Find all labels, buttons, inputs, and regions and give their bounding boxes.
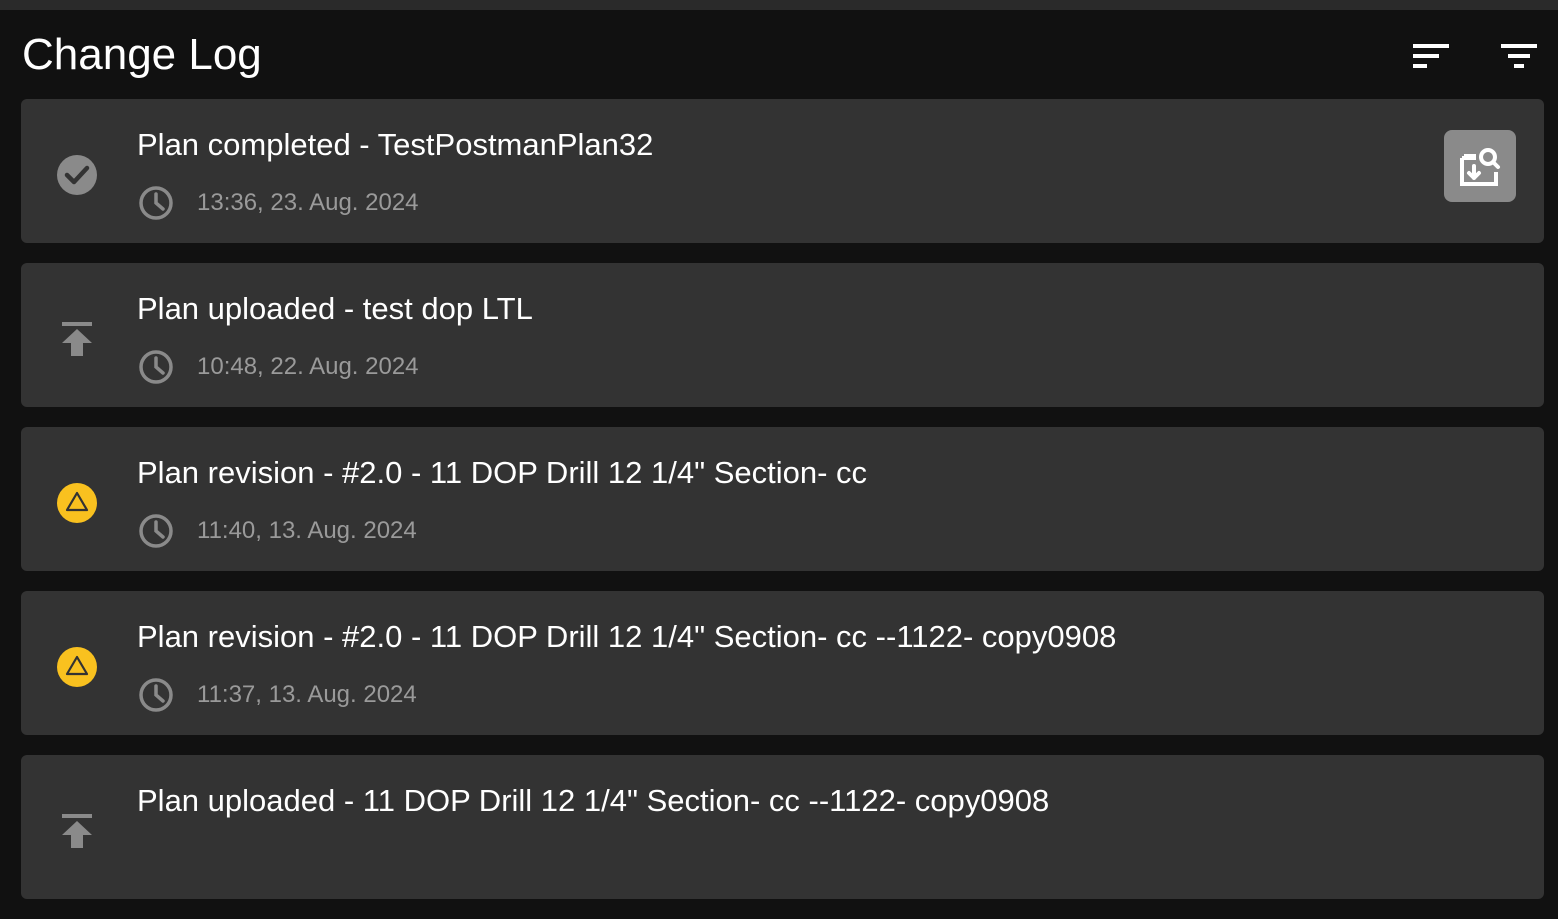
entry-title: Plan uploaded - 11 DOP Drill 12 1/4" Sec… — [137, 783, 1050, 818]
clock-icon — [137, 676, 175, 714]
filter-icon — [1501, 44, 1537, 68]
change-log-entry: Plan completed - TestPostmanPlan32 13:36… — [21, 99, 1544, 243]
entry-timestamp: 11:40, 13. Aug. 2024 — [137, 513, 417, 549]
page-title: Change Log — [22, 30, 262, 79]
sort-icon — [1413, 44, 1449, 68]
change-log-entry: Plan revision - #2.0 - 11 DOP Drill 12 1… — [21, 591, 1544, 735]
change-log-list: Plan completed - TestPostmanPlan32 13:36… — [21, 99, 1544, 919]
top-bar — [0, 0, 1558, 10]
report-download-button[interactable] — [1444, 130, 1516, 202]
change-log-entry: Plan uploaded - test dop LTL 10:48, 22. … — [21, 263, 1544, 407]
change-log-entry: Plan uploaded - 11 DOP Drill 12 1/4" Sec… — [21, 755, 1544, 899]
entry-timestamp: 13:36, 23. Aug. 2024 — [137, 185, 419, 221]
entry-time: 13:36, 23. Aug. 2024 — [197, 189, 419, 216]
clock-icon — [137, 512, 175, 550]
entry-time: 11:37, 13. Aug. 2024 — [197, 681, 417, 708]
entry-timestamp: 10:48, 22. Aug. 2024 — [137, 349, 419, 385]
entry-time: 11:40, 13. Aug. 2024 — [197, 517, 417, 544]
filter-button[interactable] — [1497, 36, 1541, 76]
entry-timestamp: 11:37, 13. Aug. 2024 — [137, 677, 417, 713]
entry-title: Plan revision - #2.0 - 11 DOP Drill 12 1… — [137, 455, 868, 490]
warning-icon — [55, 645, 99, 689]
entry-time: 10:48, 22. Aug. 2024 — [197, 353, 419, 380]
change-log-entry: Plan revision - #2.0 - 11 DOP Drill 12 1… — [21, 427, 1544, 571]
sort-button[interactable] — [1409, 36, 1453, 76]
entry-title: Plan uploaded - test dop LTL — [137, 291, 533, 326]
clock-icon — [137, 184, 175, 222]
check-circle-icon — [55, 153, 99, 197]
entry-title: Plan completed - TestPostmanPlan32 — [137, 127, 654, 162]
clock-icon — [137, 348, 175, 386]
upload-icon — [55, 317, 99, 361]
page-header: Change Log — [0, 10, 1558, 99]
entry-title: Plan revision - #2.0 - 11 DOP Drill 12 1… — [137, 619, 1117, 654]
upload-icon — [55, 809, 99, 853]
report-download-icon — [1460, 148, 1500, 186]
warning-icon — [55, 481, 99, 525]
